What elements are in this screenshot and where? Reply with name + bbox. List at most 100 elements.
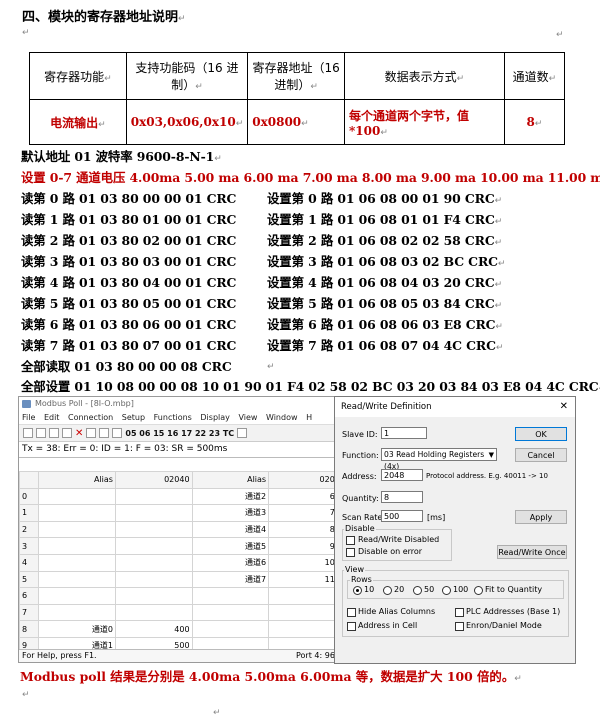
rows-10-label: 10 bbox=[364, 585, 375, 594]
rows-10-radio[interactable] bbox=[353, 586, 362, 595]
menu-bar: File Edit Connection Setup Functions Dis… bbox=[19, 411, 348, 424]
rows-100-label: 100 bbox=[453, 585, 469, 594]
scan-rate-unit: [ms] bbox=[427, 513, 446, 522]
address-header: 02040 bbox=[114, 471, 193, 489]
apply-button[interactable]: Apply bbox=[515, 510, 567, 524]
disable-on-error-label: Disable on error bbox=[358, 547, 423, 556]
table-row[interactable]: 6 bbox=[19, 587, 348, 605]
cell-representation: 每个通道两个字节，值*100↵ bbox=[343, 99, 505, 145]
address-in-cell-checkbox[interactable] bbox=[347, 622, 356, 631]
section-heading: 四、模块的寄存器地址说明↵ bbox=[22, 10, 186, 25]
menu-view[interactable]: View bbox=[238, 413, 257, 422]
new-icon[interactable] bbox=[23, 428, 33, 438]
close-icon[interactable]: ✕ bbox=[560, 397, 568, 417]
cancel-button[interactable]: Cancel bbox=[515, 448, 567, 462]
close-icon[interactable]: ✕ bbox=[75, 428, 83, 439]
menu-help[interactable]: H bbox=[306, 413, 312, 422]
rows-50-radio[interactable] bbox=[413, 586, 422, 595]
menu-connection[interactable]: Connection bbox=[68, 413, 113, 422]
rows-20-radio[interactable] bbox=[383, 586, 392, 595]
toolbar: ✕ 05 06 15 16 17 22 23 TC bbox=[19, 424, 348, 442]
quantity-label: Quantity: bbox=[342, 494, 379, 503]
function-select[interactable]: 03 Read Holding Registers (4x) ▼ bbox=[381, 448, 497, 471]
table-row[interactable]: 4通道61000 bbox=[19, 553, 348, 572]
ok-button[interactable]: OK bbox=[515, 427, 567, 441]
menu-file[interactable]: File bbox=[22, 413, 35, 422]
command-row: 读第 3 路 01 03 80 03 00 01 CRC 设置第 3 路 01 0… bbox=[21, 254, 506, 269]
table-row[interactable]: 2通道4800 bbox=[19, 520, 348, 539]
function-codes-toolbar[interactable]: 05 06 15 16 17 22 23 TC bbox=[125, 429, 234, 438]
read-write-disabled-label: Read/Write Disabled bbox=[358, 535, 440, 544]
slave-id-input[interactable]: 1 bbox=[381, 427, 427, 439]
table-row[interactable]: 0通道2600 bbox=[19, 487, 348, 506]
disable-group-label: Disable bbox=[344, 524, 376, 533]
alias-header: Alias bbox=[191, 471, 270, 489]
rows-50-label: 50 bbox=[424, 585, 435, 594]
pulse-icon[interactable] bbox=[112, 428, 123, 438]
scan-rate-input[interactable]: 500 bbox=[381, 510, 423, 522]
fit-to-quantity-radio[interactable] bbox=[474, 586, 483, 595]
header-register-address: 寄存器地址（16 进制）↵ bbox=[247, 52, 345, 100]
paragraph-mark: ↵ bbox=[213, 708, 221, 718]
read-write-once-button[interactable]: Read/Write Once bbox=[497, 545, 567, 559]
help-icon[interactable] bbox=[237, 428, 248, 438]
command-row: 读第 7 路 01 03 80 07 00 01 CRC 设置第 7 路 01 0… bbox=[21, 338, 504, 353]
cell-channels: 8↵ bbox=[503, 99, 566, 145]
register-grid: Alias 02040 Alias 02050 0通道2600 1通道3700 … bbox=[19, 471, 348, 655]
function-label: Function: bbox=[342, 451, 379, 460]
print-icon[interactable] bbox=[62, 428, 72, 438]
set-all-line: 全部设置 01 10 08 00 00 08 10 01 90 01 F4 02… bbox=[21, 379, 600, 394]
table-row[interactable]: 7 bbox=[19, 603, 348, 622]
command-row: 读第 6 路 01 03 80 06 00 01 CRC 设置第 6 路 01 0… bbox=[21, 317, 503, 332]
address-input[interactable]: 2048 bbox=[381, 469, 423, 481]
menu-setup[interactable]: Setup bbox=[122, 413, 145, 422]
status-bar: For Help, press F1. Port 4: 9600-8-N-1 bbox=[19, 649, 348, 662]
save-icon[interactable] bbox=[49, 428, 59, 438]
set-voltage-line: 设置 0-7 通道电压 4.00ma 5.00 ma 6.00 ma 7.00 … bbox=[21, 170, 600, 185]
plc-addresses-label: PLC Addresses (Base 1) bbox=[466, 607, 561, 616]
menu-functions[interactable]: Functions bbox=[154, 413, 192, 422]
table-row[interactable]: 8 通道0 400 bbox=[19, 620, 348, 638]
open-icon[interactable] bbox=[36, 428, 46, 438]
read-write-disabled-checkbox[interactable] bbox=[346, 536, 355, 545]
dialog-title-bar: Read/Write Definition ✕ bbox=[335, 397, 575, 417]
app-icon bbox=[22, 400, 31, 408]
address-label: Address: bbox=[342, 472, 377, 481]
hide-alias-checkbox[interactable] bbox=[347, 608, 356, 617]
connect-icon[interactable] bbox=[99, 428, 110, 438]
poll-status: Tx = 38: Err = 0: ID = 1: F = 03: SR = 5… bbox=[19, 442, 348, 458]
command-row: 读第 0 路 01 03 80 00 00 01 CRC 设置第 0 路 01 0… bbox=[21, 191, 503, 206]
address-hint: Protocol address. E.g. 40011 -> 10 bbox=[426, 472, 548, 480]
alias-header: Alias bbox=[38, 471, 116, 489]
quantity-input[interactable]: 8 bbox=[381, 491, 423, 503]
table-row[interactable]: 5通道71100 bbox=[19, 570, 348, 589]
default-address-line: 默认地址 01 波特率 9600-8-N-1↵ bbox=[21, 149, 222, 164]
disable-group bbox=[342, 529, 452, 561]
menu-display[interactable]: Display bbox=[200, 413, 230, 422]
window-icon[interactable] bbox=[86, 428, 97, 438]
read-write-dialog: Read/Write Definition ✕ Slave ID: 1 OK Fu… bbox=[334, 396, 576, 664]
grid-header: Alias 02040 Alias 02050 bbox=[19, 471, 348, 489]
enron-mode-label: Enron/Daniel Mode bbox=[466, 621, 542, 630]
disable-on-error-checkbox[interactable] bbox=[346, 548, 355, 557]
rows-100-radio[interactable] bbox=[442, 586, 451, 595]
help-hint: For Help, press F1. bbox=[22, 651, 97, 660]
header-channels: 通道数↵ bbox=[503, 52, 566, 100]
enron-mode-checkbox[interactable] bbox=[455, 622, 464, 631]
header-function-codes: 支持功能码（16 进制）↵ bbox=[125, 52, 249, 100]
paragraph-mark: ↵ bbox=[556, 30, 564, 40]
chevron-down-icon: ▼ bbox=[488, 451, 494, 459]
paragraph-mark: ↵ bbox=[22, 28, 30, 38]
command-row: 读第 4 路 01 03 80 04 00 01 CRC 设置第 4 路 01 0… bbox=[21, 275, 503, 290]
table-row[interactable]: 3通道5900 bbox=[19, 537, 348, 555]
table-row[interactable]: 1通道3700 bbox=[19, 504, 348, 522]
plc-addresses-checkbox[interactable] bbox=[455, 608, 464, 617]
paragraph-mark: ↵ bbox=[22, 690, 30, 700]
menu-edit[interactable]: Edit bbox=[44, 413, 60, 422]
conclusion-text: Modbus poll 结果是分别是 4.00ma 5.00ma 6.00ma … bbox=[20, 669, 522, 684]
menu-window[interactable]: Window bbox=[266, 413, 298, 422]
rows-group-label: Rows bbox=[350, 575, 373, 584]
modbus-poll-window: Modbus Poll - [8I-O.mbp] File Edit Conne… bbox=[18, 396, 349, 663]
address-in-cell-label: Address in Cell bbox=[358, 621, 418, 630]
slave-id-label: Slave ID: bbox=[342, 430, 378, 439]
